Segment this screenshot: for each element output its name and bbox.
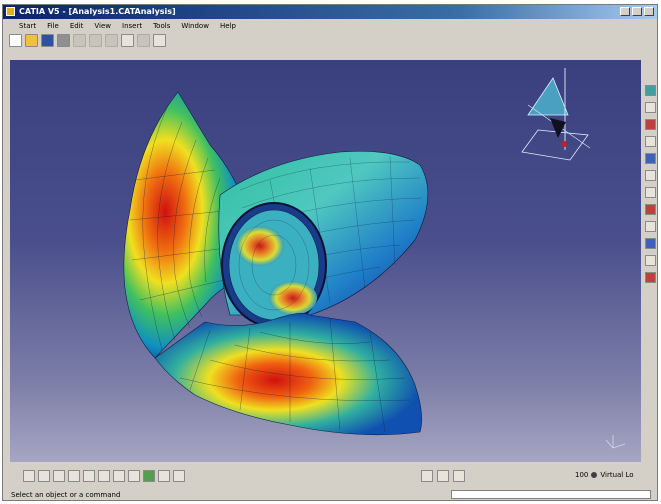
tool-j[interactable]: [644, 238, 656, 249]
standard-toolbar: [9, 34, 166, 50]
fit-all-icon[interactable]: [38, 470, 50, 482]
zoom-value: 100: [575, 471, 589, 479]
tool-f[interactable]: [644, 170, 656, 181]
status-message: Select an object or a command: [11, 490, 121, 499]
minimize-button[interactable]: [620, 7, 630, 16]
menu-file[interactable]: File: [47, 22, 59, 30]
redo-icon[interactable]: [137, 34, 150, 47]
tool-b[interactable]: [644, 102, 656, 113]
tool-o-icon[interactable]: [453, 470, 465, 482]
fea-model-render: [123, 68, 626, 449]
title-bar[interactable]: CATIA V5 - [Analysis1.CATAnalysis]: [3, 5, 657, 19]
close-button[interactable]: [644, 7, 654, 16]
analysis-tools: [421, 470, 465, 482]
tool-n-icon[interactable]: [437, 470, 449, 482]
menu-start[interactable]: Start: [19, 22, 36, 30]
tool-e[interactable]: [644, 153, 656, 164]
view-toolbar: [23, 470, 185, 484]
zoom-in-icon[interactable]: [83, 470, 95, 482]
new-icon[interactable]: [9, 34, 22, 47]
undo-icon[interactable]: [121, 34, 134, 47]
tool-i[interactable]: [644, 221, 656, 232]
fly-icon[interactable]: [23, 470, 35, 482]
app-icon[interactable]: [6, 7, 15, 16]
window-title: CATIA V5 - [Analysis1.CATAnalysis]: [19, 7, 176, 16]
swap-icon[interactable]: [173, 470, 185, 482]
right-toolbar: [643, 85, 657, 465]
save-icon[interactable]: [41, 34, 54, 47]
tool-g[interactable]: [644, 187, 656, 198]
tool-d[interactable]: [644, 136, 656, 147]
zoom-readout: 100 Virtual Lo: [575, 471, 634, 479]
tool-c[interactable]: [644, 119, 656, 130]
menu-bar: Start File Edit View Insert Tools Window…: [3, 19, 657, 32]
hide-show-icon[interactable]: [158, 470, 170, 482]
copy-icon[interactable]: [89, 34, 102, 47]
menu-view[interactable]: View: [94, 22, 111, 30]
window-controls: [620, 7, 654, 16]
menu-help[interactable]: Help: [220, 22, 236, 30]
normal-view-icon[interactable]: [113, 470, 125, 482]
rotate-icon[interactable]: [68, 470, 80, 482]
menu-edit[interactable]: Edit: [70, 22, 84, 30]
axis-triad: [605, 435, 626, 449]
tool-m-icon[interactable]: [421, 470, 433, 482]
power-input[interactable]: [451, 490, 651, 499]
compass-widget[interactable]: [521, 68, 591, 161]
print-icon[interactable]: [57, 34, 70, 47]
status-bar: Select an object or a command: [5, 489, 655, 500]
paste-icon[interactable]: [105, 34, 118, 47]
open-icon[interactable]: [25, 34, 38, 47]
separator-dot: [591, 472, 598, 478]
tool-l[interactable]: [644, 272, 656, 283]
menu-tools[interactable]: Tools: [153, 22, 170, 30]
zoom-out-icon[interactable]: [98, 470, 110, 482]
maximize-button[interactable]: [632, 7, 642, 16]
3d-viewport[interactable]: [10, 60, 641, 462]
zoom-label: Virtual Lo: [600, 471, 634, 479]
pan-icon[interactable]: [53, 470, 65, 482]
cut-icon[interactable]: [73, 34, 86, 47]
view-icon[interactable]: [128, 470, 140, 482]
tool-a[interactable]: [644, 85, 656, 96]
whats-this-icon[interactable]: [153, 34, 166, 47]
render-icon[interactable]: [143, 470, 155, 482]
tool-k[interactable]: [644, 255, 656, 266]
application-window: CATIA V5 - [Analysis1.CATAnalysis] Start…: [2, 4, 658, 501]
tool-h[interactable]: [644, 204, 656, 215]
menu-window[interactable]: Window: [181, 22, 209, 30]
menu-insert[interactable]: Insert: [122, 22, 142, 30]
